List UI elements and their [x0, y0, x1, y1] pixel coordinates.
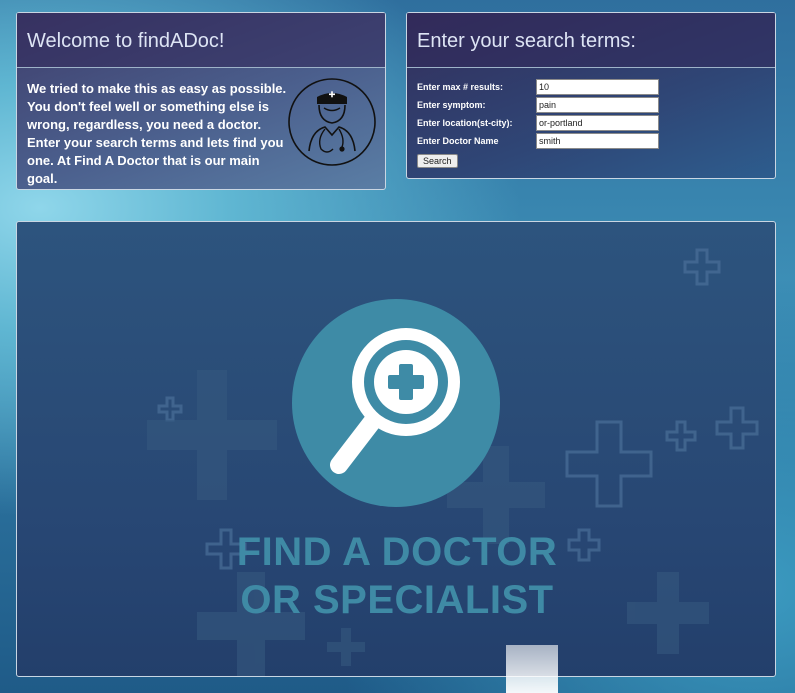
- welcome-panel: Welcome to findADoc! We tried to make th…: [16, 12, 386, 190]
- symptom-label: Enter symptom:: [417, 100, 486, 110]
- welcome-text: We tried to make this as easy as possibl…: [27, 81, 287, 186]
- location-label: Enter location(st-city):: [417, 118, 513, 128]
- search-form: Enter max # results: Enter symptom: Ente…: [407, 68, 775, 169]
- search-title: Enter your search terms:: [407, 13, 775, 68]
- location-input[interactable]: [536, 115, 659, 131]
- max-results-row: Enter max # results:: [417, 78, 765, 96]
- doctor-name-input[interactable]: [536, 133, 659, 149]
- welcome-body: We tried to make this as easy as possibl…: [17, 68, 385, 188]
- welcome-title: Welcome to findADoc!: [17, 13, 385, 68]
- banner-title-line2: OR SPECIALIST: [240, 578, 554, 622]
- search-panel: Enter your search terms: Enter max # res…: [406, 12, 776, 179]
- doctor-name-label: Enter Doctor Name: [417, 136, 499, 146]
- banner-title-line1: FIND A DOCTOR: [236, 530, 558, 574]
- doctor-icon: [288, 78, 376, 166]
- search-button[interactable]: Search: [417, 154, 458, 168]
- location-row: Enter location(st-city):: [417, 114, 765, 132]
- max-results-input[interactable]: [536, 79, 659, 95]
- corner-decoration: [506, 645, 558, 693]
- max-results-label: Enter max # results:: [417, 82, 504, 92]
- magnifier-medical-cross-icon: [292, 299, 500, 507]
- doctor-name-row: Enter Doctor Name: [417, 132, 765, 150]
- symptom-input[interactable]: [536, 97, 659, 113]
- banner-panel: FIND A DOCTOR OR SPECIALIST: [16, 221, 776, 677]
- symptom-row: Enter symptom:: [417, 96, 765, 114]
